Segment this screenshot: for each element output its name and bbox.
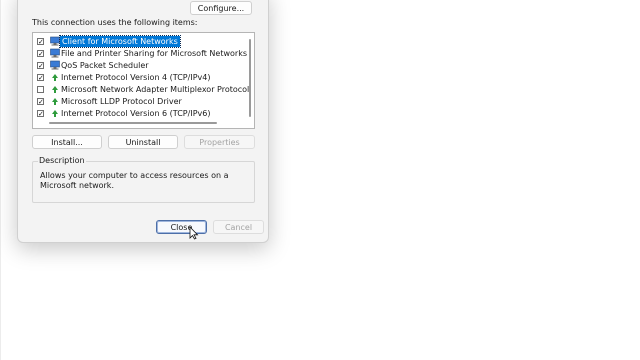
list-item[interactable]: ✓ Microsoft LLDP Protocol Driver — [33, 96, 243, 108]
network-client-icon — [50, 60, 60, 70]
mouse-pointer-icon — [189, 226, 199, 240]
network-client-icon — [50, 48, 60, 58]
install-button[interactable]: Install... — [32, 135, 102, 149]
list-item[interactable]: ✓ Internet Protocol Version 6 (TCP/IPv6) — [33, 108, 243, 120]
item-label: File and Printer Sharing for Microsoft N… — [61, 49, 247, 58]
list-item[interactable]: ✓ Internet Protocol Version 4 (TCP/IPv4) — [33, 72, 243, 84]
configure-button[interactable]: Configure... — [190, 1, 252, 15]
item-checkbox[interactable] — [37, 86, 44, 93]
description-title: Description — [38, 156, 86, 165]
horizontal-scrollbar[interactable] — [49, 122, 217, 124]
item-label: Internet Protocol Version 6 (TCP/IPv6) — [61, 109, 211, 118]
list-item[interactable]: ✓ Client for Microsoft Networks — [33, 35, 243, 48]
item-checkbox[interactable]: ✓ — [37, 74, 44, 82]
description-group: Description Allows your computer to acce… — [32, 156, 255, 203]
item-label: QoS Packet Scheduler — [61, 61, 149, 70]
description-text: Allows your computer to access resources… — [40, 171, 229, 190]
item-checkbox[interactable]: ✓ — [37, 62, 44, 70]
protocol-icon — [52, 110, 58, 117]
vertical-scrollbar[interactable] — [249, 39, 251, 117]
item-label: Internet Protocol Version 4 (TCP/IPv4) — [61, 73, 211, 82]
item-checkbox[interactable]: ✓ — [37, 50, 44, 58]
item-checkbox[interactable]: ✓ — [37, 98, 44, 106]
protocol-icon — [52, 86, 58, 93]
item-label: Microsoft Network Adapter Multiplexor Pr… — [61, 85, 250, 94]
cancel-button[interactable]: Cancel — [213, 220, 264, 234]
list-item[interactable]: Microsoft Network Adapter Multiplexor Pr… — [33, 84, 249, 96]
list-item[interactable]: ✓ QoS Packet Scheduler — [33, 60, 243, 72]
properties-button[interactable]: Properties — [184, 135, 255, 149]
items-caption: This connection uses the following items… — [32, 18, 198, 27]
ethernet-properties-dialog: Configure... This connection uses the fo… — [17, 0, 269, 243]
items-listbox[interactable]: ✓ Client for Microsoft Networks ✓ File and … — [32, 32, 255, 129]
item-label: Client for Microsoft Networks — [59, 35, 181, 48]
uninstall-button[interactable]: Uninstall — [108, 135, 178, 149]
item-label: Microsoft LLDP Protocol Driver — [61, 97, 182, 106]
protocol-icon — [52, 74, 58, 81]
protocol-icon — [52, 98, 58, 105]
item-checkbox[interactable]: ✓ — [37, 38, 44, 46]
list-item[interactable]: ✓ File and Printer Sharing for Microsoft … — [33, 48, 247, 60]
item-checkbox[interactable]: ✓ — [37, 110, 44, 118]
page-edge — [0, 0, 1, 360]
